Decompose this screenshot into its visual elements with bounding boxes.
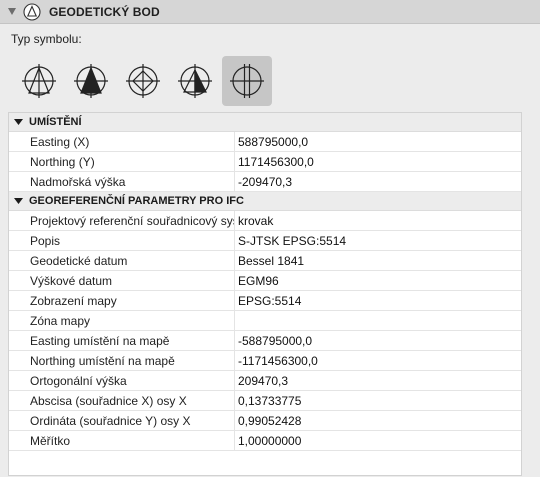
property-value[interactable]: -209470,3	[237, 175, 521, 189]
panel-title: GEODETICKÝ BOD	[49, 4, 160, 19]
property-row[interactable]: Výškové datum EGM96	[9, 270, 521, 291]
property-row[interactable]: Zóna mapy	[9, 310, 521, 331]
property-label: Výškové datum	[30, 273, 113, 288]
property-value[interactable]: Bessel 1841	[237, 254, 521, 268]
property-label: Popis	[30, 233, 61, 248]
property-label: Northing (Y)	[30, 154, 95, 169]
property-value[interactable]: 0,99052428	[237, 414, 521, 428]
panel-header[interactable]: GEODETICKÝ BOD	[0, 0, 540, 24]
survey-symbol-4-icon[interactable]	[170, 56, 220, 106]
survey-symbol-5-icon[interactable]	[222, 56, 272, 106]
property-label: Northing umístění na mapě	[30, 353, 175, 368]
section-collapse-icon[interactable]	[14, 198, 23, 205]
survey-symbol-2-icon[interactable]	[66, 56, 116, 106]
property-value[interactable]: -1171456300,0	[237, 354, 521, 368]
property-value[interactable]: 588795000,0	[237, 135, 521, 149]
property-row[interactable]: Měřítko 1,00000000	[9, 430, 521, 451]
survey-symbol-3-icon[interactable]	[118, 56, 168, 106]
property-label: Ortogonální výška	[30, 373, 127, 388]
property-value[interactable]: S-JTSK EPSG:5514	[237, 234, 521, 248]
property-label: Easting umístění na mapě	[30, 333, 170, 348]
symbol-picker	[14, 56, 272, 108]
collapse-chevron-icon[interactable]	[8, 8, 16, 16]
property-row[interactable]: Northing umístění na mapě -1171456300,0	[9, 350, 521, 371]
property-value[interactable]: -588795000,0	[237, 334, 521, 348]
properties-panel: UMÍSTĚNÍ Easting (X) 588795000,0 Northing…	[8, 112, 522, 476]
property-label: Abscisa (souřadnice X) osy X	[30, 393, 187, 408]
property-row[interactable]: Ordináta (souřadnice Y) osy X 0,99052428	[9, 410, 521, 431]
section-collapse-icon[interactable]	[14, 119, 23, 126]
property-row[interactable]: Nadmořská výška -209470,3	[9, 171, 521, 192]
property-label: Ordináta (souřadnice Y) osy X	[30, 413, 191, 428]
survey-point-icon	[23, 2, 41, 21]
property-row[interactable]: Popis S-JTSK EPSG:5514	[9, 230, 521, 251]
symbol-type-label: Typ symbolu:	[11, 32, 82, 46]
property-value[interactable]: EGM96	[237, 274, 521, 288]
property-label: Projektový referenční souřadnicový systé…	[30, 213, 234, 228]
property-value[interactable]: 0,13733775	[237, 394, 521, 408]
section-header-location[interactable]: UMÍSTĚNÍ	[9, 113, 521, 132]
property-row[interactable]: Easting umístění na mapě -588795000,0	[9, 330, 521, 351]
property-row[interactable]: Abscisa (souřadnice X) osy X 0,13733775	[9, 390, 521, 411]
property-row[interactable]: Ortogonální výška 209470,3	[9, 370, 521, 391]
survey-symbol-1-icon[interactable]	[14, 56, 64, 106]
property-value[interactable]: 209470,3	[237, 374, 521, 388]
property-label: Zóna mapy	[30, 313, 91, 328]
property-row[interactable]: Geodetické datum Bessel 1841	[9, 250, 521, 271]
property-value[interactable]: krovak	[237, 214, 521, 228]
section-title: UMÍSTĚNÍ	[29, 116, 82, 128]
property-row[interactable]: Northing (Y) 1171456300,0	[9, 151, 521, 172]
property-row[interactable]: Zobrazení mapy EPSG:5514	[9, 290, 521, 311]
property-label: Geodetické datum	[30, 253, 128, 268]
property-label: Easting (X)	[30, 134, 90, 149]
section-header-ifc-georeference[interactable]: GEOREFERENČNÍ PARAMETRY PRO IFC	[9, 192, 521, 211]
property-row[interactable]: Projektový referenční souřadnicový systé…	[9, 210, 521, 231]
property-label: Zobrazení mapy	[30, 293, 117, 308]
property-row[interactable]: Easting (X) 588795000,0	[9, 131, 521, 152]
property-value[interactable]: 1,00000000	[237, 434, 521, 448]
section-title: GEOREFERENČNÍ PARAMETRY PRO IFC	[29, 195, 244, 207]
property-label: Nadmořská výška	[30, 174, 126, 189]
property-label: Měřítko	[30, 433, 71, 448]
property-value[interactable]: EPSG:5514	[237, 294, 521, 308]
property-value[interactable]: 1171456300,0	[237, 155, 521, 169]
